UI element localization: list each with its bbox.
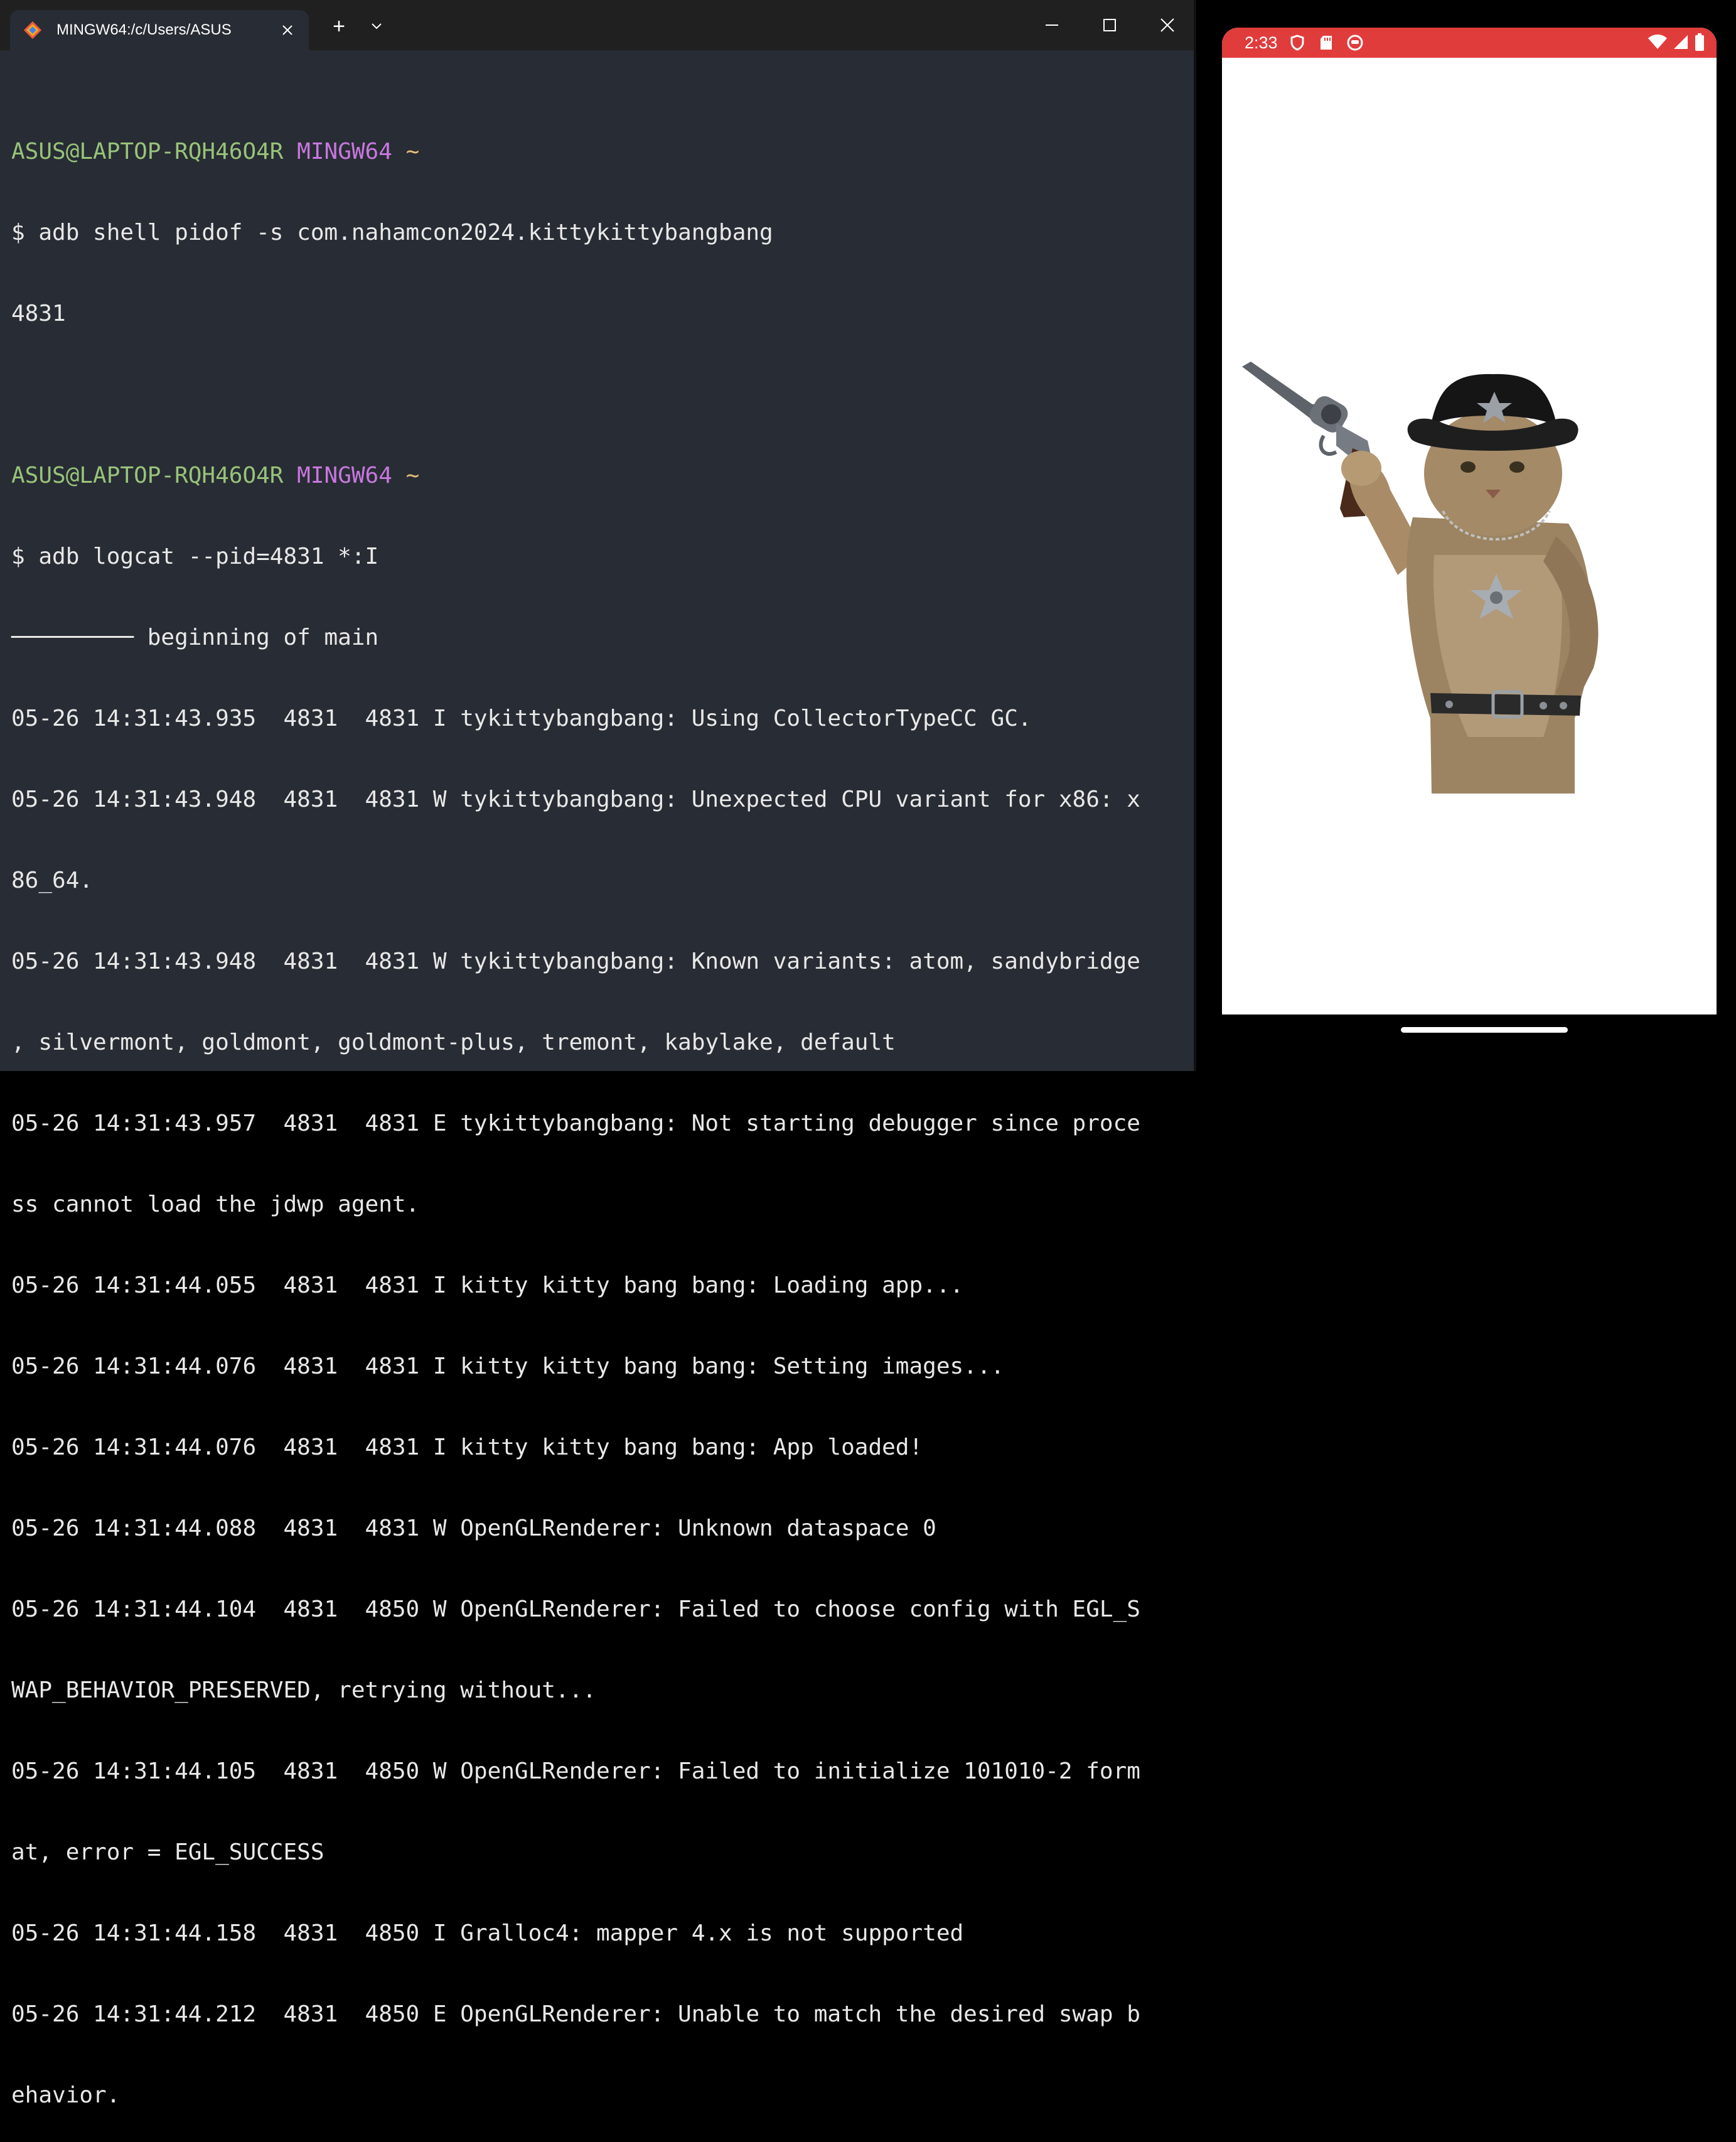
maximize-icon — [1103, 19, 1116, 31]
log-line: 05-26 14:31:43.948 4831 4831 W tykittyba… — [11, 787, 1140, 812]
cowboy-cat-image — [1242, 362, 1599, 794]
log-line: 05-26 14:31:44.158 4831 4850 I Gralloc4:… — [11, 1920, 964, 1946]
plus-icon: + — [333, 14, 345, 38]
app-notification-icon — [1346, 33, 1364, 52]
close-icon — [1160, 18, 1174, 32]
prompt-line: ASUS@LAPTOP-RQH46O4R MINGW64 ~ — [11, 138, 1140, 165]
terminal-tab[interactable]: MINGW64:/c/Users/ASUS — [10, 10, 309, 50]
log-line: at, error = EGL_SUCCESS — [11, 1839, 324, 1865]
log-line: 05-26 14:31:44.076 4831 4831 I kitty kit… — [11, 1354, 1005, 1379]
log-line: 05-26 14:31:43.935 4831 4831 I tykittyba… — [11, 706, 1032, 731]
title-bar: MINGW64:/c/Users/ASUS + — [0, 0, 1194, 50]
minimize-icon — [1046, 24, 1058, 26]
log-line: ss cannot load the jdwp agent. — [11, 1192, 420, 1217]
command-output: 4831 — [11, 301, 66, 326]
phone-screen[interactable]: 2:33 — [1222, 28, 1717, 1014]
terminal-window: MINGW64:/c/Users/ASUS + ASUS@LAPTOP-RQH4… — [0, 0, 1196, 2108]
log-line: 86_64. — [11, 868, 94, 893]
sd-card-icon — [1317, 33, 1336, 52]
log-line: 05-26 14:31:44.104 4831 4850 W OpenGLRen… — [11, 1596, 1140, 1622]
prompt-path: ~ — [405, 463, 420, 488]
battery-icon — [1695, 33, 1704, 51]
chevron-down-icon — [372, 23, 382, 30]
tab-dropdown-button[interactable] — [364, 14, 389, 39]
log-line: 05-26 14:31:44.088 4831 4831 W OpenGLRen… — [11, 1515, 936, 1541]
vpn-shield-icon — [1288, 33, 1307, 52]
wifi-icon — [1648, 35, 1667, 49]
status-bar: 2:33 — [1222, 28, 1717, 58]
log-line: 05-26 14:31:43.957 4831 4831 E tykittyba… — [11, 1111, 1140, 1136]
log-line: 05-26 14:31:44.055 4831 4831 I kitty kit… — [11, 1273, 964, 1298]
prompt-user-host: ASUS@LAPTOP-RQH46O4R — [11, 139, 284, 164]
log-line: WAP_BEHAVIOR_PRESERVED, retrying without… — [11, 1677, 596, 1703]
log-line: 05-26 14:31:43.948 4831 4831 W tykittyba… — [11, 949, 1140, 974]
log-line: 05-26 14:31:44.105 4831 4850 W OpenGLRen… — [11, 1758, 1140, 1784]
status-right-icons — [1648, 33, 1705, 51]
log-line: 05-26 14:31:44.212 4831 4850 E OpenGLRen… — [11, 2001, 1140, 2027]
prompt-shell: MINGW64 — [297, 463, 392, 488]
git-bash-icon — [21, 19, 44, 41]
prompt-shell: MINGW64 — [297, 139, 392, 164]
close-tab-icon[interactable] — [274, 16, 301, 44]
log-line: 05-26 14:31:44.076 4831 4831 I kitty kit… — [11, 1434, 923, 1460]
command-line: $ adb shell pidof -s com.nahamcon2024.ki… — [11, 220, 773, 245]
minimize-button[interactable] — [1023, 0, 1081, 50]
gesture-home-bar[interactable] — [1401, 1027, 1568, 1033]
terminal-output[interactable]: ASUS@LAPTOP-RQH46O4R MINGW64 ~ $ adb she… — [11, 84, 1140, 2142]
cell-signal-icon — [1674, 35, 1688, 49]
log-line: , silvermont, goldmont, goldmont-plus, t… — [11, 1030, 896, 1055]
maximize-button[interactable] — [1081, 0, 1139, 50]
tab-title: MINGW64:/c/Users/ASUS — [56, 21, 232, 38]
prompt-line: ASUS@LAPTOP-RQH46O4R MINGW64 ~ — [11, 462, 1140, 489]
prompt-user-host: ASUS@LAPTOP-RQH46O4R — [11, 463, 284, 488]
log-line: ───────── beginning of main — [11, 625, 379, 650]
command-line: $ adb logcat --pid=4831 *:I — [11, 544, 379, 569]
prompt-path: ~ — [405, 139, 420, 164]
close-window-button[interactable] — [1139, 0, 1196, 50]
new-tab-button[interactable]: + — [326, 14, 351, 39]
log-line: ehavior. — [11, 2082, 121, 2108]
clock: 2:33 — [1245, 33, 1278, 52]
